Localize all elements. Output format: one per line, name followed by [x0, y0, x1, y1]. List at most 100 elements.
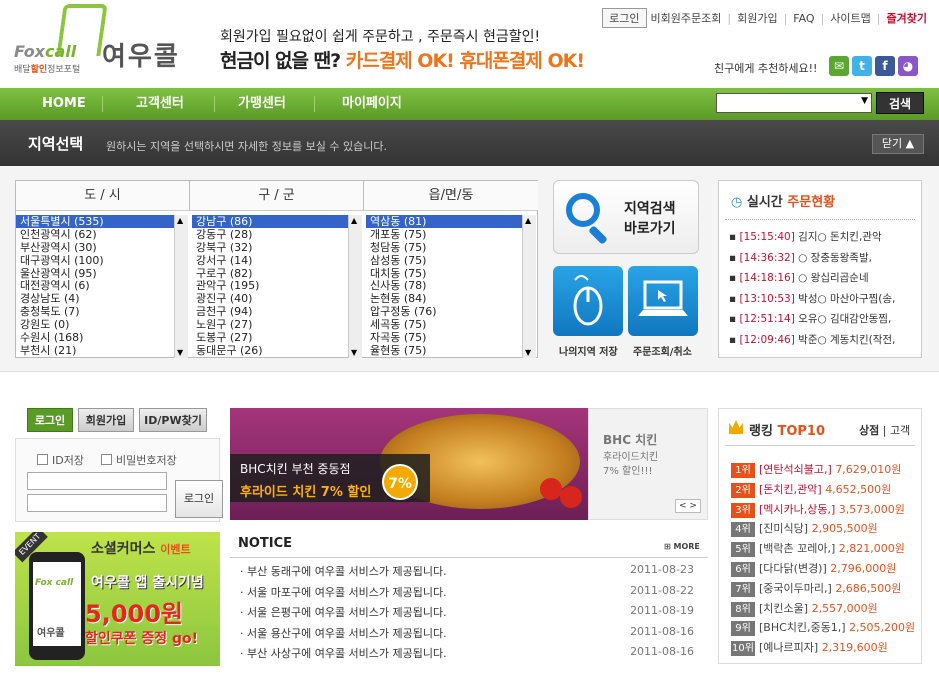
realtime-item[interactable]: ▪ [14:18:16] ○ 왕십리곱순네 [729, 270, 869, 285]
notice-item[interactable]: · 부산 동래구에 여우콜 서비스가 제공됩니다. 2011-08-23 [240, 563, 700, 579]
district-item[interactable]: 강서구 (14) [192, 254, 349, 267]
dong-item[interactable]: 대치동 (75) [366, 267, 523, 280]
district-item[interactable]: 구로구 (82) [192, 267, 349, 280]
nav-home[interactable]: HOME [42, 88, 86, 120]
province-item[interactable]: 대전광역시 (6) [16, 279, 175, 293]
dong-item[interactable]: 청담동 (75) [366, 241, 523, 254]
logo-korean[interactable]: 여우콜 [102, 36, 180, 73]
district-item[interactable]: 강동구 (28) [192, 228, 349, 241]
tab-find-idpw[interactable]: ID/PW찾기 [139, 408, 207, 432]
ranking-item[interactable]: 5위 [백락촌 꼬레아,] 2,821,000원 [731, 540, 905, 558]
dong-item[interactable]: 개포동 (75) [366, 228, 523, 241]
district-list[interactable]: 강남구 (86) 강동구 (28) 강북구 (32) 강서구 (14) 구로구 (82)… [192, 215, 350, 358]
ranking-item[interactable]: 6위 [다다닭(변경)] 2,796,000원 [731, 560, 896, 577]
region-close-button[interactable]: 닫기 ▲ [872, 134, 924, 154]
ranking-item[interactable]: 3위 [멕시카나,상동,] 3,573,000원 [731, 501, 905, 518]
nav-mypage[interactable]: 마이페이지 [342, 88, 402, 120]
twitter-icon[interactable]: t [852, 56, 872, 76]
ranking-item[interactable]: 2위 [돈치킨,관악] 4,652,500원 [731, 481, 891, 498]
realtime-item[interactable]: ▪ [14:36:32] ○ 장충동왕족발, [729, 250, 872, 265]
ranking-tab-customer[interactable]: 고객 [890, 424, 910, 437]
save-pw-checkbox[interactable]: 비밀번호저장 [101, 452, 177, 468]
top-login-button[interactable]: 로그인 [602, 8, 647, 28]
login-submit-button[interactable]: 로그인 [175, 480, 223, 518]
clock-icon: ◷ [731, 195, 743, 210]
ranking-item[interactable]: 1위 [연탄석쇠불고,] 7,629,010원 [731, 461, 901, 478]
tab-login[interactable]: 로그인 [27, 408, 73, 432]
province-item[interactable]: 강원도 (0) [16, 318, 175, 331]
promo-banner[interactable]: BHC치킨 부천 중동점 후라이드 치킨 7% 할인 7% [230, 408, 588, 520]
district-item[interactable]: 광진구 (40) [192, 292, 349, 305]
district-item[interactable]: 노원구 (27) [192, 318, 349, 331]
notice-more-link[interactable]: ⊞ MORE [664, 542, 700, 551]
my-region-save-button[interactable] [553, 266, 623, 336]
logo-foxcall[interactable]: Foxcall [14, 42, 76, 61]
top-nav-join[interactable]: 회원가입 [737, 10, 777, 26]
province-scrollbar[interactable]: ▲ ▼ [174, 215, 188, 358]
ranking-tab-store[interactable]: 상점 [859, 424, 879, 437]
save-id-checkbox[interactable]: ID저장 [37, 452, 84, 468]
nav-customer-center[interactable]: 고객센터 [136, 88, 184, 120]
province-item[interactable]: 인천광역시 (62) [16, 228, 175, 241]
me2day-icon[interactable]: ◕ [898, 56, 918, 76]
realtime-item[interactable]: ▪ [13:10:53] 박성○ 마산아구찜(송, [729, 291, 895, 306]
dong-list[interactable]: 역삼동 (81) 개포동 (75) 청담동 (75) 삼성동 (75) 대치동 (75)… [366, 215, 523, 358]
province-item[interactable]: 부산광역시 (30) [16, 241, 175, 254]
district-item[interactable]: 강북구 (32) [192, 241, 349, 254]
password-input[interactable] [27, 494, 167, 512]
dong-item[interactable]: 역삼동 (81) [366, 215, 523, 228]
dong-item[interactable]: 세곡동 (75) [366, 318, 523, 331]
province-item[interactable]: 수원시 (168) [16, 331, 175, 344]
facebook-icon[interactable]: f [875, 56, 895, 76]
dong-item[interactable]: 삼성동 (75) [366, 254, 523, 267]
province-item[interactable]: 충청북도 (7) [16, 305, 175, 318]
ranking-item[interactable]: 9위 [BHC치킨,중동1,] 2,505,200원 [731, 619, 915, 637]
province-item[interactable]: 부천시 (21) [16, 344, 175, 357]
province-list[interactable]: 서울특별시 (535) 인천광역시 (62) 부산광역시 (30) 대구광역시 (10… [16, 215, 176, 358]
dong-scrollbar[interactable]: ▲ ▼ [522, 215, 536, 358]
dong-item[interactable]: 자곡동 (75) [366, 331, 523, 344]
search-button[interactable]: 검색 [876, 92, 924, 114]
phone-name: 여우콜 [37, 628, 65, 639]
realtime-item[interactable]: ▪ [15:15:40] 김지○ 돈치킨,관악 [729, 229, 882, 244]
top-nav-faq[interactable]: FAQ [793, 12, 814, 25]
banner-side[interactable]: BHC 치킨 후라이드치킨 7% 할인!!! < > [588, 408, 708, 520]
district-item[interactable]: 금천구 (94) [192, 305, 349, 318]
ranking-item[interactable]: 4위 [진미식당] 2,905,500원 [731, 520, 878, 538]
dong-item[interactable]: 압구정동 (76) [366, 305, 523, 318]
tab-join[interactable]: 회원가입 [78, 408, 134, 432]
dong-item[interactable]: 논현동 (84) [366, 292, 523, 305]
search-select[interactable]: ▼ [716, 93, 872, 113]
province-item[interactable]: 울산광역시 (95) [16, 267, 175, 280]
notice-item[interactable]: · 서울 마포구에 여우콜 서비스가 제공됩니다. 2011-08-22 [240, 584, 700, 600]
province-item[interactable]: 대구광역시 (100) [16, 254, 175, 267]
top-nav-favorite[interactable]: 즐겨찾기 [887, 10, 927, 26]
event-banner[interactable]: EVENT Fox call 여우콜 소셜커머스 이벤트 여우콜 앱 출시기념 … [15, 532, 220, 666]
realtime-item[interactable]: ▪ [12:09:46] 박준○ 계동치킨(작전, [729, 332, 895, 347]
dong-item[interactable]: 신사동 (78) [366, 279, 523, 293]
notice-item[interactable]: · 서울 은평구에 여우콜 서비스가 제공됩니다. 2011-08-19 [240, 604, 700, 620]
top-nav-guest-order[interactable]: 비회원주문조회 [651, 10, 722, 26]
dong-item[interactable]: 율현동 (75) [366, 344, 523, 357]
top-nav-sitemap[interactable]: 사이트맵 [830, 10, 870, 26]
district-item[interactable]: 강남구 (86) [192, 215, 349, 228]
id-input[interactable] [27, 472, 167, 490]
event-line4: 할인쿠폰 증정 go! [85, 631, 199, 647]
nav-franchise-center[interactable]: 가맹센터 [238, 88, 286, 120]
mail-icon[interactable]: ✉ [829, 56, 849, 76]
notice-item[interactable]: · 서울 용산구에 여우콜 서비스가 제공됩니다. 2011-08-16 [240, 625, 700, 641]
ranking-item[interactable]: 10위 [예나르피자] 2,319,600원 [731, 639, 888, 657]
district-item[interactable]: 도봉구 (27) [192, 331, 349, 344]
order-lookup-button[interactable] [628, 266, 698, 336]
province-item[interactable]: 경상남도 (4) [16, 292, 175, 305]
realtime-item[interactable]: ▪ [12:51:14] 오유○ 김대감안동찜, [729, 311, 891, 326]
district-scrollbar[interactable]: ▲ ▼ [348, 215, 362, 358]
notice-item[interactable]: · 부산 사상구에 여우콜 서비스가 제공됩니다. 2011-08-16 [240, 645, 700, 661]
ranking-item[interactable]: 7위 [중국이두마리,] 2,686,500원 [731, 580, 901, 597]
district-item[interactable]: 관악구 (195) [192, 279, 349, 293]
ranking-item[interactable]: 8위 [치킨소울] 2,557,000원 [731, 600, 878, 617]
province-item[interactable]: 서울특별시 (535) [16, 215, 175, 228]
banner-pager[interactable]: < > [675, 499, 701, 513]
district-item[interactable]: 동대문구 (26) [192, 344, 349, 357]
region-search-button[interactable]: 지역검색 바로가기 [553, 180, 699, 254]
